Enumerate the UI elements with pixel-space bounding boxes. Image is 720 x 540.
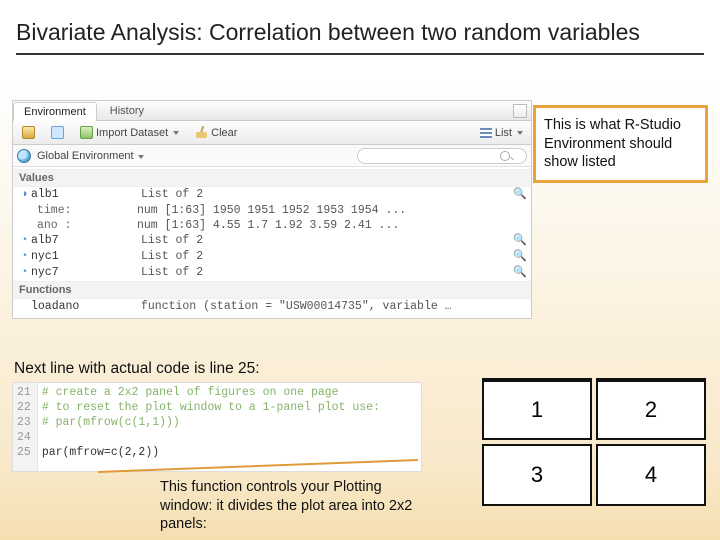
code-editor-snippet: 21 22 23 24 25 # create a 2x2 panel of f… (12, 382, 422, 472)
tab-history[interactable]: History (99, 101, 155, 120)
env-row-loadano[interactable]: loadano function (station = "USW00014735… (13, 299, 531, 314)
rstudio-environment-panel: Environment History Import Dataset Clear… (12, 100, 532, 319)
open-workspace-button[interactable] (17, 125, 40, 140)
lineno: 22 (17, 400, 31, 415)
env-desc: num [1:63] 1950 1951 1952 1953 1954 ... (137, 204, 527, 217)
panel-grid: 1 2 3 4 (482, 378, 706, 506)
panel-cell-3: 3 (482, 444, 592, 506)
clear-button[interactable]: Clear (190, 125, 242, 140)
env-desc: num [1:63] 4.55 1.7 1.92 3.59 2.41 ... (137, 219, 527, 232)
inspect-icon[interactable]: 🔍 (513, 250, 527, 264)
env-row-alb1[interactable]: ◑ alb1 List of 2 🔍 (13, 187, 531, 203)
env-desc: List of 2 (141, 234, 513, 247)
tab-environment[interactable]: Environment (13, 102, 97, 121)
code-line: par(mfrow=c(2,2)) (42, 445, 380, 460)
lineno: 21 (17, 385, 31, 400)
chevron-down-icon (138, 155, 144, 159)
view-mode-label: List (495, 127, 512, 139)
code-lines: # create a 2x2 panel of figures on one p… (38, 383, 384, 471)
inspect-icon[interactable]: 🔍 (513, 234, 527, 248)
popout-icon[interactable] (513, 104, 527, 118)
env-name: alb7 (31, 234, 141, 247)
slide-title: Bivariate Analysis: Correlation between … (16, 18, 704, 55)
chevron-down-icon (517, 131, 523, 135)
folder-open-icon (22, 126, 35, 139)
globe-icon (17, 149, 31, 163)
title-area: Bivariate Analysis: Correlation between … (0, 0, 720, 61)
env-desc: List of 2 (141, 266, 513, 279)
env-desc: List of 2 (141, 188, 513, 201)
view-mode-dropdown[interactable]: List (476, 127, 527, 139)
env-scope-bar: Global Environment (13, 145, 531, 167)
env-name: time: (37, 204, 137, 217)
scope-label[interactable]: Global Environment (37, 150, 144, 162)
env-desc: function (station = "USW00014735", varia… (141, 300, 527, 313)
broom-icon (195, 126, 208, 139)
env-row-nyc7[interactable]: ◔ nyc7 List of 2 🔍 (13, 265, 531, 281)
env-name: nyc7 (31, 266, 141, 279)
code-gutter: 21 22 23 24 25 (13, 383, 38, 471)
collapse-icon[interactable]: ◑ (17, 188, 31, 201)
env-toolbar: Import Dataset Clear List (13, 121, 531, 145)
lineno: 23 (17, 415, 31, 430)
expand-icon[interactable]: ◔ (17, 250, 31, 263)
expand-icon[interactable]: ◔ (17, 266, 31, 279)
env-name: loadano (31, 300, 141, 313)
inspect-icon[interactable]: 🔍 (513, 188, 527, 202)
code-line: # create a 2x2 panel of figures on one p… (42, 385, 380, 400)
next-line-label: Next line with actual code is line 25: (14, 360, 260, 378)
section-values: Values (13, 169, 531, 187)
code-line: # to reset the plot window to a 1-panel … (42, 400, 380, 415)
function-note: This function controls your Plotting win… (160, 478, 430, 534)
panel-cell-1: 1 (482, 378, 592, 440)
env-name: alb1 (31, 188, 141, 201)
env-search-input[interactable] (357, 148, 527, 164)
save-icon (51, 126, 64, 139)
env-row-alb1-time: time: num [1:63] 1950 1951 1952 1953 195… (13, 203, 531, 218)
inspect-icon[interactable]: 🔍 (513, 266, 527, 280)
panel-cell-2: 2 (596, 378, 706, 440)
env-name: ano : (37, 219, 137, 232)
env-name: nyc1 (31, 250, 141, 263)
panel-cell-4: 4 (596, 444, 706, 506)
env-tabstrip: Environment History (13, 101, 531, 121)
clear-label: Clear (211, 127, 237, 139)
import-dataset-label: Import Dataset (96, 127, 168, 139)
env-body: Values ◑ alb1 List of 2 🔍 time: num [1:6… (13, 167, 531, 318)
env-row-alb7[interactable]: ◔ alb7 List of 2 🔍 (13, 233, 531, 249)
import-dataset-button[interactable]: Import Dataset (75, 125, 184, 140)
callout-environment-note: This is what R-Studio Environment should… (533, 105, 708, 183)
expand-icon[interactable]: ◔ (17, 234, 31, 247)
env-desc: List of 2 (141, 250, 513, 263)
save-workspace-button[interactable] (46, 125, 69, 140)
lineno: 25 (17, 445, 31, 460)
code-line: # par(mfrow(c(1,1))) (42, 415, 380, 430)
section-functions: Functions (13, 281, 531, 299)
code-line (42, 430, 380, 445)
lineno: 24 (17, 430, 31, 445)
chevron-down-icon (173, 131, 179, 135)
env-row-alb1-ano: ano : num [1:63] 4.55 1.7 1.92 3.59 2.41… (13, 218, 531, 233)
list-icon (480, 128, 492, 138)
env-row-nyc1[interactable]: ◔ nyc1 List of 2 🔍 (13, 249, 531, 265)
import-icon (80, 126, 93, 139)
